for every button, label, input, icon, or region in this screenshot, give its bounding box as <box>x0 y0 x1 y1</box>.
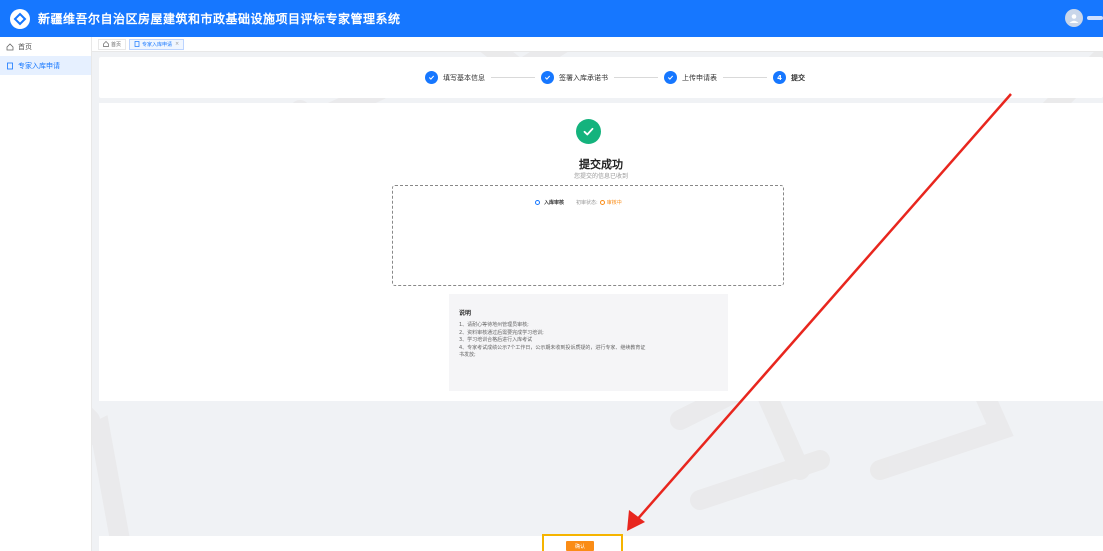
step-3: 上传申请表 <box>664 71 717 84</box>
status-value: 审核中 <box>606 200 622 206</box>
home-icon <box>103 41 109 47</box>
app-title: 新疆维吾尔自治区房屋建筑和市政基础设施项目评标专家管理系统 <box>38 12 401 26</box>
step-4: 4 提交 <box>773 71 805 84</box>
step-connector <box>723 77 767 78</box>
success-check-icon <box>576 119 601 144</box>
notes-title: 说明 <box>459 310 472 317</box>
sidebar-item-label: 首页 <box>18 42 32 51</box>
sidebar-item-expert-application[interactable]: 专家入库申请 <box>0 56 91 75</box>
step-label: 上传申请表 <box>682 73 717 82</box>
result-title: 提交成功 <box>579 158 623 171</box>
step-connector <box>491 77 535 78</box>
clock-icon <box>599 200 605 205</box>
logo-icon <box>10 8 30 29</box>
note-line: 1、请耐心等待地州管理员审核; <box>459 322 529 328</box>
step-1: 填写基本信息 <box>425 71 485 84</box>
sidebar-item-home[interactable]: 首页 <box>0 37 91 56</box>
step-number: 4 <box>773 71 786 84</box>
status-dot-icon <box>535 200 540 205</box>
home-icon <box>6 42 14 51</box>
note-line: 2、资料审核通过后需要完成学习培训; <box>459 329 544 336</box>
status-name: 入库审核 <box>544 200 565 206</box>
top-bar: 新疆维吾尔自治区房屋建筑和市政基础设施项目评标专家管理系统 <box>0 0 1103 37</box>
notes-box: 说明 1、请耐心等待地州管理员审核; 2、资料审核通过后需要完成学习培训; 3、… <box>449 294 728 391</box>
sidebar-item-label: 专家入库申请 <box>18 61 60 70</box>
step-label: 签署入库承诺书 <box>559 73 608 82</box>
step-2: 签署入库承诺书 <box>541 71 608 84</box>
result-card: 提交成功 您提交的信息已收到 入库审核 初审状态: 审核中 说明 1、请耐心等待… <box>99 103 1103 401</box>
sidebar: 首页 专家入库申请 <box>0 37 92 551</box>
tab-home[interactable]: 首页 <box>98 38 127 50</box>
close-icon[interactable]: × <box>175 41 179 47</box>
tab-expert-application[interactable]: 专家入库申请 × <box>129 38 185 50</box>
note-line: 3、学习培训合格后进行入库考试 <box>459 337 533 343</box>
note-line: 书发放; <box>459 352 476 358</box>
tab-label: 首页 <box>111 41 122 48</box>
result-subtitle: 您提交的信息已收到 <box>573 173 628 180</box>
status-box: 入库审核 初审状态: 审核中 <box>392 185 784 286</box>
status-row: 入库审核 初审状态: 审核中 <box>535 199 622 206</box>
status-key: 初审状态: <box>576 200 598 206</box>
note-line: 4、专家考试成绩公示7个工作日，公示期未收到投诉质疑的，进行专家、继续教育证 <box>459 344 646 351</box>
check-icon <box>425 71 438 84</box>
main-content: 填写基本信息 签署入库承诺书 上传申请表 4 提交 提交成功 您提交的信息已收到 <box>99 57 1103 551</box>
doc-icon <box>134 41 140 47</box>
doc-icon <box>6 62 14 70</box>
step-connector <box>614 77 658 78</box>
confirm-button[interactable]: 确认 <box>566 541 594 551</box>
check-icon <box>664 71 677 84</box>
step-label: 提交 <box>791 73 805 82</box>
step-label: 填写基本信息 <box>443 73 485 82</box>
tab-bar: 首页 专家入库申请 × <box>92 37 1103 52</box>
user-menu[interactable] <box>1065 9 1103 27</box>
user-name-stub[interactable] <box>1087 16 1103 20</box>
steps-card: 填写基本信息 签署入库承诺书 上传申请表 4 提交 <box>99 57 1103 98</box>
progress-steps: 填写基本信息 签署入库承诺书 上传申请表 4 提交 <box>425 71 805 84</box>
avatar-icon[interactable] <box>1065 9 1083 27</box>
tab-label: 专家入库申请 <box>142 41 173 48</box>
check-icon <box>541 71 554 84</box>
